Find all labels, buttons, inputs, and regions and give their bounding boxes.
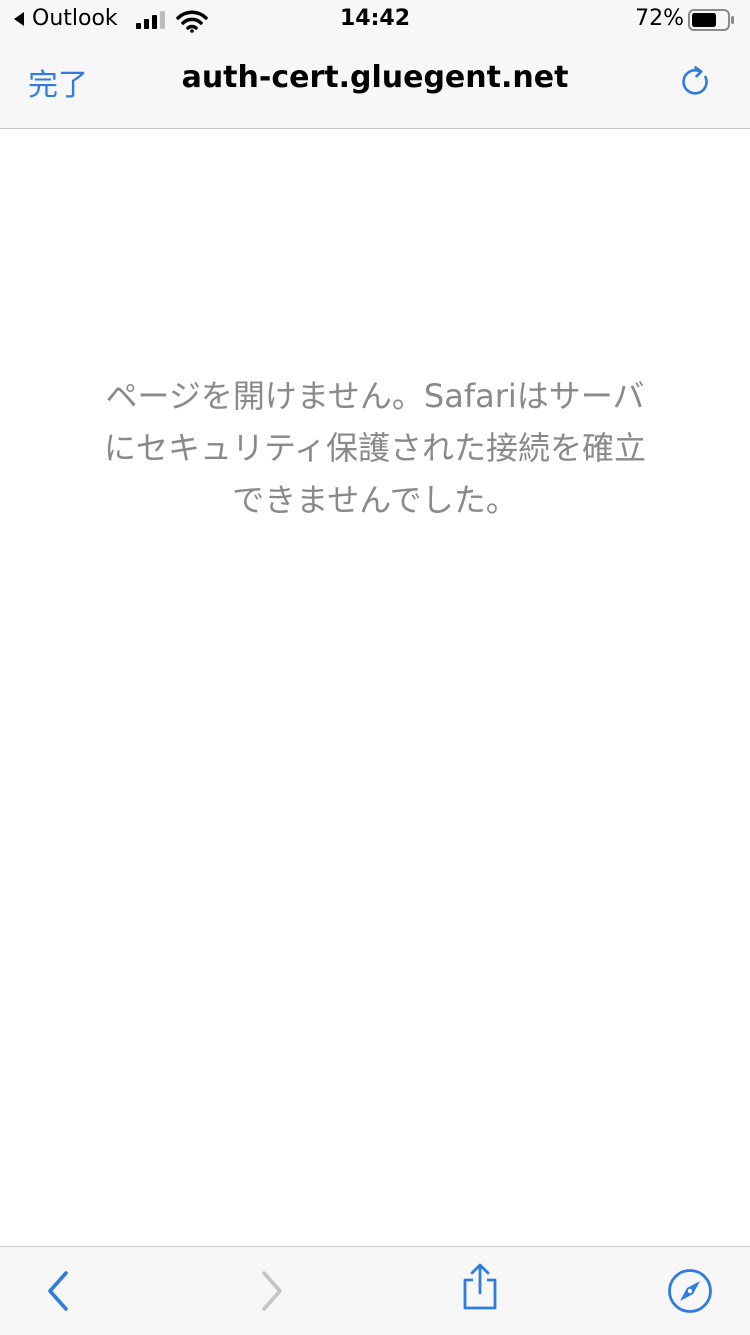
done-button[interactable]: 完了 — [28, 60, 88, 104]
forward-button[interactable] — [248, 1267, 296, 1315]
status-bar: Outlook 14:42 72% — [0, 0, 750, 40]
page-url: auth-cert.gluegent.net — [181, 60, 569, 95]
battery-icon — [688, 9, 734, 31]
browser-nav-bar: 完了 auth-cert.gluegent.net — [0, 40, 750, 129]
bottom-toolbar — [0, 1246, 750, 1335]
share-icon — [463, 1263, 497, 1310]
error-message: ページを開けません。Safariはサーバ にセキュリティ保護された接続を確立 で… — [103, 377, 647, 519]
chevron-left-icon — [48, 1271, 68, 1311]
back-button[interactable] — [34, 1267, 82, 1315]
open-in-safari-button[interactable] — [666, 1267, 714, 1315]
reload-icon — [682, 66, 708, 95]
reload-button[interactable] — [672, 58, 720, 106]
chevron-right-icon — [262, 1271, 282, 1311]
compass-icon — [668, 1269, 712, 1313]
battery-percentage: 72% — [635, 6, 684, 31]
share-button[interactable] — [456, 1263, 504, 1311]
